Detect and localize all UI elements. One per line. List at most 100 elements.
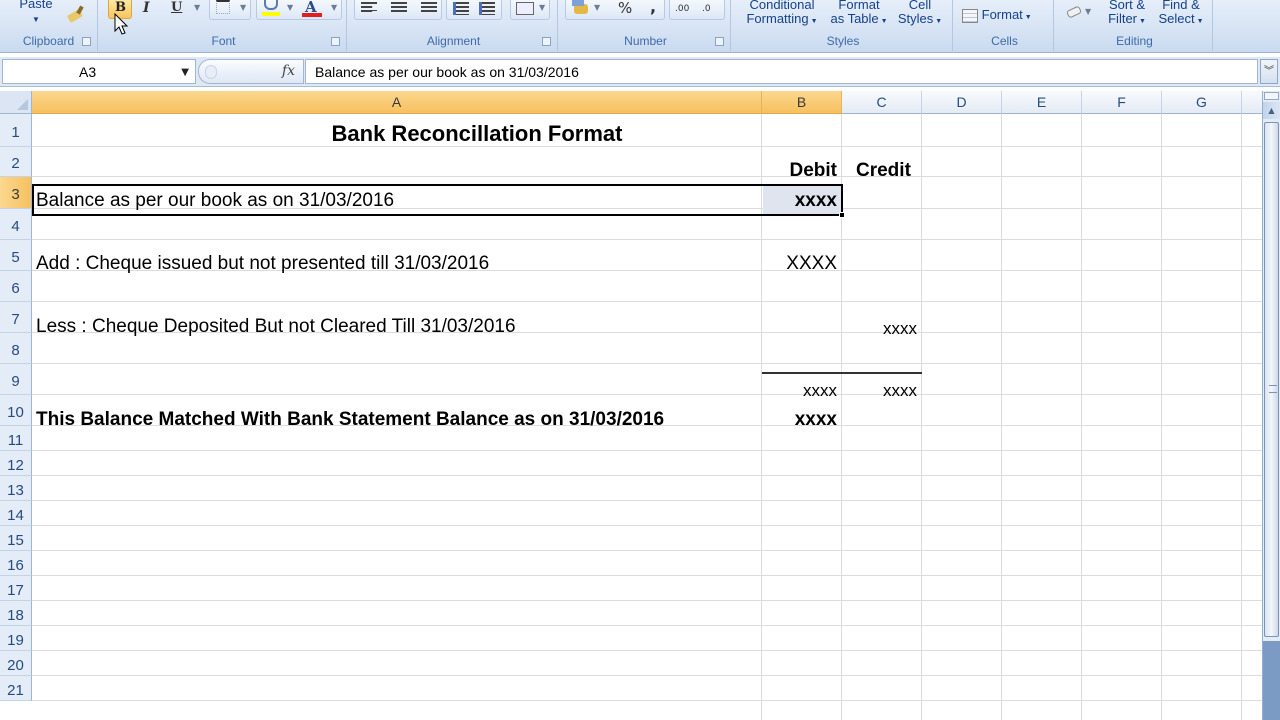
fill-color-dropdown-icon[interactable]: ▼ <box>287 3 293 12</box>
column-header-A[interactable]: A <box>32 91 762 114</box>
cell-B5[interactable]: XXXX <box>763 253 837 275</box>
row-header-1[interactable]: 1 <box>0 114 32 147</box>
row-header-16[interactable]: 16 <box>0 551 32 576</box>
insert-function-button[interactable]: fx <box>282 63 295 79</box>
accounting-format-button[interactable] <box>572 0 590 16</box>
format-painter-icon[interactable] <box>66 5 86 23</box>
row-header-6[interactable]: 6 <box>0 271 32 302</box>
select-all-button[interactable] <box>0 91 32 114</box>
name-box[interactable]: A3 ▼ <box>2 59 196 84</box>
ribbon-group-number: ▼ % , .00 .0 Number <box>561 0 731 51</box>
paste-button[interactable]: Paste ▼ <box>14 0 58 27</box>
scroll-track[interactable] <box>1263 641 1280 720</box>
conditional-formatting-line2: Formatting <box>746 11 809 26</box>
insert-function-area: fx <box>198 59 304 84</box>
row-header-18[interactable]: 18 <box>0 601 32 626</box>
split-box[interactable] <box>1264 92 1279 100</box>
formula-bar-resize-handle[interactable] <box>205 65 217 79</box>
row-header-21[interactable]: 21 <box>0 676 32 701</box>
paste-label: Paste <box>19 0 53 11</box>
conditional-formatting-button[interactable]: Conditional Formatting ▼ <box>738 0 826 29</box>
cell-A1[interactable]: Bank Reconcillation Format <box>32 121 922 147</box>
increase-indent-button[interactable] <box>479 2 495 15</box>
sort-filter-button[interactable]: Sort & Filter ▼ <box>1101 0 1153 29</box>
italic-button[interactable]: I <box>143 0 150 16</box>
cell-styles-button[interactable]: Cell Styles ▼ <box>892 0 948 29</box>
percent-button[interactable]: % <box>618 0 632 17</box>
row-header-15[interactable]: 15 <box>0 526 32 551</box>
row-header-14[interactable]: 14 <box>0 501 32 526</box>
increase-decimal-button[interactable]: .00 <box>675 4 689 14</box>
align-center-button[interactable] <box>391 2 407 14</box>
row-header-20[interactable]: 20 <box>0 651 32 676</box>
font-launcher[interactable] <box>331 37 340 46</box>
row-gridline <box>32 475 1262 476</box>
expand-formula-bar-button[interactable]: ︾ <box>1260 59 1278 84</box>
cell-B10[interactable]: xxxx <box>763 409 837 431</box>
font-color-swatch <box>302 13 322 17</box>
row-header-12[interactable]: 12 <box>0 451 32 476</box>
column-header-D[interactable]: D <box>922 91 1002 114</box>
column-header-partial[interactable] <box>1242 91 1262 114</box>
row-header-3[interactable]: 3 <box>0 177 32 209</box>
underline-button[interactable]: U <box>171 0 182 15</box>
decrease-decimal-button[interactable]: .0 <box>702 4 711 14</box>
align-right-button[interactable] <box>421 2 437 14</box>
row-header-10[interactable]: 10 <box>0 395 32 426</box>
column-header-E[interactable]: E <box>1002 91 1082 114</box>
cell-C9[interactable]: xxxx <box>843 381 917 401</box>
format-cells-button[interactable]: Format ▼ <box>962 8 1052 25</box>
row-header-7[interactable]: 7 <box>0 302 32 333</box>
row-header-11[interactable]: 11 <box>0 426 32 451</box>
alignment-launcher[interactable] <box>542 37 551 46</box>
row-header-13[interactable]: 13 <box>0 476 32 501</box>
merge-center-button[interactable]: ▼ <box>510 0 550 20</box>
comma-button[interactable]: , <box>650 0 656 16</box>
vertical-scrollbar[interactable]: ▲ <box>1262 91 1280 720</box>
scroll-up-button[interactable]: ▲ <box>1263 102 1280 119</box>
scroll-thumb[interactable] <box>1264 122 1279 637</box>
font-color-button[interactable]: A <box>301 0 323 18</box>
decrease-indent-button[interactable] <box>453 2 469 15</box>
formula-input[interactable]: Balance as per our book as on 31/03/2016 <box>305 59 1258 84</box>
align-left-button[interactable] <box>361 2 377 14</box>
row-header-8[interactable]: 8 <box>0 333 32 364</box>
format-as-table-button[interactable]: Format as Table ▼ <box>826 0 892 29</box>
group-label-number: Number <box>624 34 667 48</box>
accounting-dropdown-icon[interactable]: ▼ <box>594 3 600 12</box>
worksheet-grid: ABCDEFG 1 2 3 4 5 6 7 8 9 10 11 12 13 14 15 16 17 18 19 20 2… <box>0 91 1262 720</box>
cell-A10[interactable]: This Balance Matched With Bank Statement… <box>36 409 664 431</box>
row-header-2[interactable]: 2 <box>0 147 32 177</box>
number-launcher[interactable] <box>715 37 724 46</box>
column-header-C[interactable]: C <box>842 91 922 114</box>
font-color-dropdown-icon[interactable]: ▼ <box>331 3 337 12</box>
fill-handle[interactable] <box>839 212 845 218</box>
cell-B9[interactable]: xxxx <box>763 381 837 401</box>
column-gridline <box>1241 114 1242 720</box>
borders-dropdown-icon: ▼ <box>240 3 247 12</box>
row-gridline <box>32 675 1262 676</box>
name-box-dropdown-icon[interactable]: ▼ <box>181 67 189 78</box>
row-header-19[interactable]: 19 <box>0 626 32 651</box>
borders-button[interactable]: ▼ <box>209 0 251 20</box>
fill-color-button[interactable] <box>261 0 283 18</box>
row-gridline <box>32 625 1262 626</box>
cell-C2[interactable]: Credit <box>856 160 922 182</box>
cell-B2[interactable]: Debit <box>763 160 838 182</box>
row-header-4[interactable]: 4 <box>0 209 32 240</box>
find-select-button[interactable]: Find & Select ▼ <box>1153 0 1209 29</box>
cell-A5[interactable]: Add : Cheque issued but not presented ti… <box>36 253 489 275</box>
cell-A7[interactable]: Less : Cheque Deposited But not Cleared … <box>36 316 516 338</box>
clear-button[interactable]: ▼ <box>1065 5 1093 22</box>
column-header-B[interactable]: B <box>762 91 842 114</box>
underline-dropdown-icon[interactable]: ▼ <box>194 3 200 12</box>
column-header-F[interactable]: F <box>1082 91 1162 114</box>
cell-C7[interactable]: xxxx <box>843 319 917 339</box>
row-header-17[interactable]: 17 <box>0 576 32 601</box>
clipboard-launcher[interactable] <box>82 37 91 46</box>
row-header-5[interactable]: 5 <box>0 240 32 271</box>
column-header-G[interactable]: G <box>1162 91 1242 114</box>
ribbon-group-styles: Conditional Formatting ▼ Format as Table… <box>734 0 953 51</box>
row-header-9[interactable]: 9 <box>0 364 32 395</box>
row-gridline <box>32 394 1262 395</box>
